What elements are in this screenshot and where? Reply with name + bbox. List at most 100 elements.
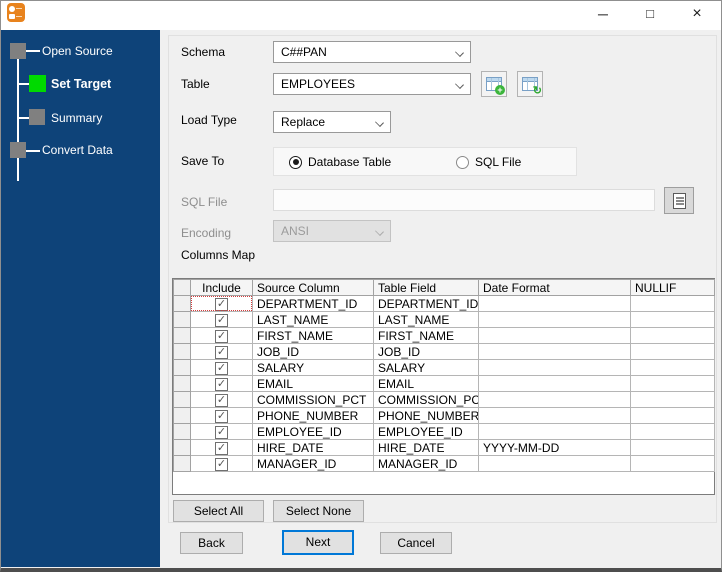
nullif-cell[interactable]: [630, 455, 715, 472]
table-field-cell[interactable]: HIRE_DATE: [373, 439, 479, 456]
back-button[interactable]: Back: [180, 532, 243, 554]
nullif-cell[interactable]: [630, 375, 715, 392]
next-button[interactable]: Next: [282, 530, 354, 555]
table-field-cell[interactable]: LAST_NAME: [373, 311, 479, 328]
schema-select[interactable]: C##PAN: [273, 41, 471, 63]
row-header-cell[interactable]: [173, 343, 191, 360]
table-field-cell[interactable]: DEPARTMENT_ID: [373, 295, 479, 312]
include-cell[interactable]: ✓: [190, 327, 253, 344]
date-format-cell[interactable]: [478, 423, 631, 440]
close-icon[interactable]: ×: [682, 2, 712, 26]
include-checkbox[interactable]: ✓: [215, 313, 228, 327]
include-cell[interactable]: ✓: [190, 439, 253, 456]
table-select[interactable]: EMPLOYEES: [273, 73, 471, 95]
include-checkbox[interactable]: ✓: [215, 377, 228, 391]
table-field-cell[interactable]: MANAGER_ID: [373, 455, 479, 472]
include-cell[interactable]: ✓: [190, 343, 253, 360]
source-column-cell[interactable]: LAST_NAME: [252, 311, 374, 328]
include-cell[interactable]: ✓: [190, 407, 253, 424]
encoding-select: ANSI: [273, 220, 391, 242]
source-column-cell[interactable]: PHONE_NUMBER: [252, 407, 374, 424]
table-field-cell[interactable]: PHONE_NUMBER: [373, 407, 479, 424]
cancel-button[interactable]: Cancel: [380, 532, 452, 554]
include-checkbox[interactable]: ✓: [215, 441, 228, 455]
row-header-cell[interactable]: [173, 423, 191, 440]
table-field-cell[interactable]: FIRST_NAME: [373, 327, 479, 344]
select-all-button[interactable]: Select All: [173, 500, 264, 522]
nullif-cell[interactable]: [630, 311, 715, 328]
source-column-cell[interactable]: COMMISSION_PCT: [252, 391, 374, 408]
source-column-cell[interactable]: HIRE_DATE: [252, 439, 374, 456]
step-label-convert-data: Convert Data: [42, 143, 113, 157]
table-field-cell[interactable]: JOB_ID: [373, 343, 479, 360]
date-format-cell[interactable]: [478, 391, 631, 408]
nullif-cell[interactable]: [630, 407, 715, 424]
radio-unselected-icon[interactable]: [456, 155, 469, 169]
include-cell[interactable]: ✓: [190, 311, 253, 328]
row-header-cell[interactable]: [173, 407, 191, 424]
save-to-label: Save To: [181, 154, 225, 168]
date-format-cell[interactable]: [478, 359, 631, 376]
include-checkbox[interactable]: ✓: [215, 361, 228, 375]
date-format-cell[interactable]: [478, 375, 631, 392]
row-header-cell[interactable]: [173, 375, 191, 392]
source-column-cell[interactable]: DEPARTMENT_ID: [252, 295, 374, 312]
maximize-icon[interactable]: □: [635, 2, 665, 26]
schema-value: C##PAN: [281, 45, 327, 59]
date-format-cell[interactable]: [478, 407, 631, 424]
include-cell[interactable]: ✓: [190, 295, 253, 312]
include-cell[interactable]: ✓: [190, 359, 253, 376]
include-checkbox[interactable]: ✓: [215, 345, 228, 359]
date-format-cell[interactable]: [478, 343, 631, 360]
include-checkbox[interactable]: ✓: [215, 297, 228, 311]
step-connector: [26, 50, 40, 52]
include-cell[interactable]: ✓: [190, 375, 253, 392]
include-checkbox[interactable]: ✓: [215, 457, 228, 471]
nullif-cell[interactable]: [630, 439, 715, 456]
row-header-cell[interactable]: [173, 311, 191, 328]
nullif-cell[interactable]: [630, 359, 715, 376]
include-checkbox[interactable]: ✓: [215, 329, 228, 343]
row-header-cell[interactable]: [173, 391, 191, 408]
table-field-cell[interactable]: EMPLOYEE_ID: [373, 423, 479, 440]
nullif-cell[interactable]: [630, 295, 715, 312]
date-format-cell[interactable]: [478, 295, 631, 312]
date-format-cell[interactable]: YYYY-MM-DD: [478, 439, 631, 456]
save-to-database-option[interactable]: Database Table: [289, 155, 391, 169]
nullif-cell[interactable]: [630, 327, 715, 344]
load-type-select[interactable]: Replace: [273, 111, 391, 133]
select-none-button[interactable]: Select None: [273, 500, 364, 522]
include-cell[interactable]: ✓: [190, 423, 253, 440]
row-header-cell[interactable]: [173, 439, 191, 456]
date-format-cell[interactable]: [478, 327, 631, 344]
source-column-cell[interactable]: JOB_ID: [252, 343, 374, 360]
include-cell[interactable]: ✓: [190, 391, 253, 408]
radio-selected-icon[interactable]: [289, 155, 302, 169]
source-column-cell[interactable]: MANAGER_ID: [252, 455, 374, 472]
date-format-cell[interactable]: [478, 311, 631, 328]
nullif-cell[interactable]: [630, 391, 715, 408]
source-column-cell[interactable]: SALARY: [252, 359, 374, 376]
minimize-icon[interactable]: ─: [588, 2, 618, 26]
nullif-cell[interactable]: [630, 343, 715, 360]
table-field-cell[interactable]: SALARY: [373, 359, 479, 376]
source-column-cell[interactable]: EMAIL: [252, 375, 374, 392]
date-format-cell[interactable]: [478, 455, 631, 472]
save-to-sql-file-option[interactable]: SQL File: [456, 155, 521, 169]
table-field-cell[interactable]: COMMISSION_PCT: [373, 391, 479, 408]
create-table-button[interactable]: +: [481, 71, 507, 97]
include-checkbox[interactable]: ✓: [215, 393, 228, 407]
step-label-open-source: Open Source: [42, 44, 113, 58]
row-header-cell[interactable]: [173, 359, 191, 376]
source-column-cell[interactable]: FIRST_NAME: [252, 327, 374, 344]
include-checkbox[interactable]: ✓: [215, 425, 228, 439]
nullif-cell[interactable]: [630, 423, 715, 440]
row-header-cell[interactable]: [173, 327, 191, 344]
source-column-cell[interactable]: EMPLOYEE_ID: [252, 423, 374, 440]
refresh-tables-button[interactable]: ↻: [517, 71, 543, 97]
include-checkbox[interactable]: ✓: [215, 409, 228, 423]
row-header-cell[interactable]: [173, 295, 191, 312]
row-header-cell[interactable]: [173, 455, 191, 472]
table-field-cell[interactable]: EMAIL: [373, 375, 479, 392]
include-cell[interactable]: ✓: [190, 455, 253, 472]
